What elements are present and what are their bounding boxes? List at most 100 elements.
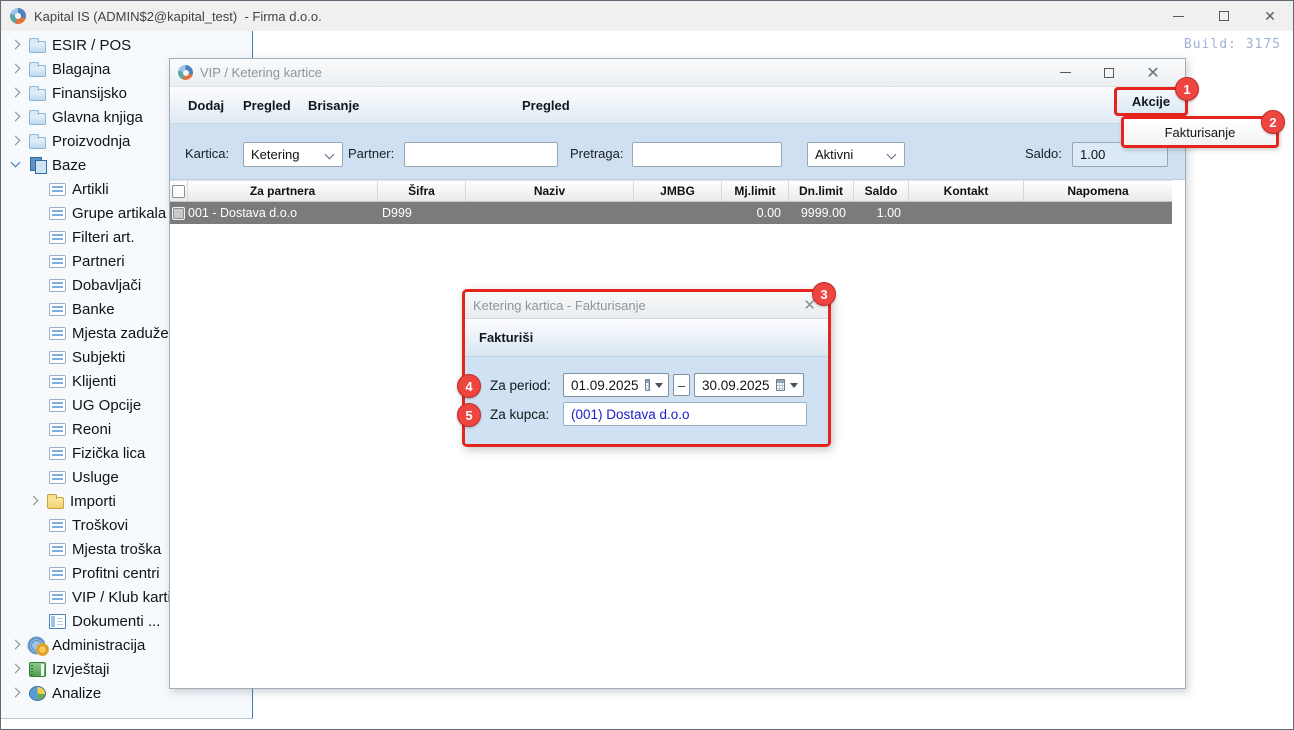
chevron-right-icon[interactable] — [9, 685, 25, 701]
select-all-checkbox-cell — [170, 181, 188, 201]
folder-yellow-icon — [47, 497, 64, 509]
inner-window-controls: ✕ — [1043, 59, 1175, 86]
chevron-right-icon[interactable] — [9, 37, 25, 53]
annotation-circle-5: 5 — [457, 403, 481, 427]
partner-input[interactable] — [404, 142, 558, 167]
za-kupca-label: Za kupca: — [490, 407, 549, 422]
dropdown-arrow-icon — [790, 383, 798, 388]
maximize-button[interactable] — [1087, 59, 1131, 86]
annotation-circle-1: 1 — [1175, 77, 1199, 101]
cell-kontakt — [909, 202, 1024, 224]
column-header-saldo[interactable]: Saldo — [854, 181, 909, 201]
main-window-controls: ✕ — [1155, 1, 1293, 31]
chevron-right-icon[interactable] — [9, 85, 25, 101]
dodaj-button[interactable]: Dodaj — [184, 87, 228, 123]
maximize-icon — [1219, 11, 1229, 21]
document-icon — [49, 614, 66, 629]
table-icon — [49, 471, 66, 484]
annotation-circle-4: 4 — [457, 374, 481, 398]
close-button[interactable]: ✕ — [1131, 59, 1175, 86]
cell-naziv — [466, 202, 634, 224]
close-icon: ✕ — [1146, 63, 1159, 83]
table-icon — [49, 447, 66, 460]
gears-icon — [29, 637, 46, 653]
main-window-title: Kapital IS (ADMIN$2@kapital_test) - Firm… — [34, 9, 322, 24]
pie-chart-icon — [29, 686, 46, 701]
partner-label: Partner: — [348, 146, 394, 161]
cell-za-partnera: 001 - Dostava d.o.o — [188, 202, 378, 224]
kupca-input[interactable]: (001) Dostava d.o.o — [563, 402, 807, 426]
build-number-label: Build: 3175 — [1184, 37, 1281, 52]
pregled-button[interactable]: Pregled — [239, 87, 295, 123]
close-button[interactable]: ✕ — [1247, 1, 1293, 31]
column-header-mj-limit[interactable]: Mj.limit — [722, 181, 789, 201]
book-icon — [29, 662, 46, 677]
table-icon — [49, 231, 66, 244]
window-toolbar: Dodaj Pregled Brisanje Pregled — [170, 87, 1185, 124]
chevron-right-icon[interactable] — [27, 493, 43, 509]
table-header: Za partnera Šifra Naziv JMBG Mj.limit Dn… — [170, 180, 1172, 202]
calendar-icon — [645, 379, 650, 391]
table-icon — [49, 399, 66, 412]
inner-window-title: VIP / Ketering kartice — [200, 65, 322, 80]
table-icon — [49, 519, 66, 532]
chevron-right-icon[interactable] — [9, 133, 25, 149]
chevron-down-icon — [326, 151, 334, 159]
maximize-button[interactable] — [1201, 1, 1247, 31]
dropdown-arrow-icon — [655, 383, 663, 388]
chevron-down-icon[interactable] — [9, 157, 25, 173]
pregled-button-2[interactable]: Pregled — [518, 87, 574, 123]
cell-saldo: 1.00 — [854, 202, 909, 224]
table-icon — [49, 375, 66, 388]
column-header-napomena[interactable]: Napomena — [1024, 181, 1172, 201]
sidebar-item-esir-pos[interactable]: ESIR / POS — [1, 33, 252, 57]
chevron-right-icon[interactable] — [9, 109, 25, 125]
za-period-label: Za period: — [490, 378, 551, 393]
maximize-icon — [1104, 68, 1114, 78]
fakturisi-button[interactable]: Fakturiši — [479, 330, 533, 345]
table-icon — [49, 351, 66, 364]
annotation-circle-2: 2 — [1261, 110, 1285, 134]
column-header-za-partnera[interactable]: Za partnera — [188, 181, 378, 201]
date-from-picker[interactable]: 01.09.2025 — [563, 373, 669, 397]
folder-icon — [29, 41, 46, 53]
kartica-select[interactable]: Ketering — [243, 142, 343, 167]
date-to-picker[interactable]: 30.09.2025 — [694, 373, 804, 397]
row-checkbox[interactable] — [172, 207, 185, 220]
dialog-toolbar: Fakturiši — [465, 319, 828, 357]
kapital-logo-icon — [10, 8, 26, 24]
select-all-checkbox[interactable] — [172, 185, 185, 198]
table-icon — [49, 543, 66, 556]
folder-icon — [29, 89, 46, 101]
minimize-button[interactable] — [1043, 59, 1087, 86]
status-select[interactable]: Aktivni — [807, 142, 905, 167]
pretraga-input[interactable] — [632, 142, 782, 167]
application-window: Kapital IS (ADMIN$2@kapital_test) - Firm… — [0, 0, 1294, 730]
fakturisanje-dialog: Ketering kartica - Fakturisanje ✕ Faktur… — [462, 289, 831, 447]
chevron-right-icon[interactable] — [9, 661, 25, 677]
chevron-right-icon[interactable] — [9, 61, 25, 77]
minimize-icon — [1060, 72, 1071, 73]
column-header-dn-limit[interactable]: Dn.limit — [789, 181, 854, 201]
dialog-titlebar[interactable]: Ketering kartica - Fakturisanje ✕ — [465, 292, 828, 319]
calendar-icon — [776, 379, 785, 391]
pretraga-label: Pretraga: — [570, 146, 623, 161]
table-icon — [49, 303, 66, 316]
inner-window-titlebar[interactable]: VIP / Ketering kartice ✕ — [170, 59, 1185, 87]
minimize-button[interactable] — [1155, 1, 1201, 31]
table-icon — [49, 591, 66, 604]
chevron-right-icon[interactable] — [9, 637, 25, 653]
column-header-kontakt[interactable]: Kontakt — [909, 181, 1024, 201]
cards-icon — [29, 157, 46, 173]
column-header-jmbg[interactable]: JMBG — [634, 181, 722, 201]
column-header-naziv[interactable]: Naziv — [466, 181, 634, 201]
kartica-label: Kartica: — [185, 146, 229, 161]
column-header-sifra[interactable]: Šifra — [378, 181, 466, 201]
table-icon — [49, 423, 66, 436]
table-icon — [49, 567, 66, 580]
cell-dn-limit: 9999.00 — [789, 202, 854, 224]
table-row[interactable]: 001 - Dostava d.o.o D999 0.00 9999.00 1.… — [170, 202, 1172, 224]
brisanje-button[interactable]: Brisanje — [304, 87, 363, 123]
menu-item-fakturisanje[interactable]: Fakturisanje — [1121, 116, 1279, 148]
cell-jmbg — [634, 202, 722, 224]
